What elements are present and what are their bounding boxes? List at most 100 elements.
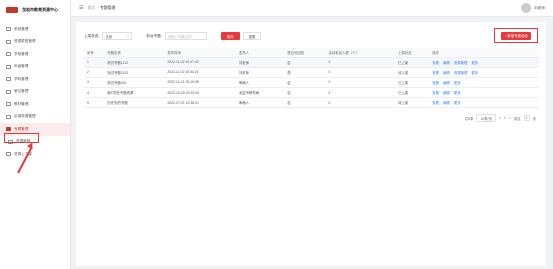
cell-no: 3 [84,77,105,89]
table-body: 1 测试专题1112 2022-11-02 10:47:32 刘老师否 0 已上架 查看 编辑… [84,57,539,109]
menu-item-icon [6,27,11,32]
page-number-current[interactable]: 1 [504,116,506,120]
goto-label: 前往 [513,116,521,121]
sidebar-item-label: 区域资源管理 [14,114,36,119]
column-header: 活动参加人数（个） [325,48,395,58]
cell-name: 测试专题1112 [104,57,165,68]
cell-actions: 查看 编辑 更多 [429,77,539,89]
page-size-select[interactable]: 10条/页 [476,114,496,122]
row-action-link[interactable]: 查看 [432,61,439,65]
cell-status: 已上架 [394,77,430,89]
sidebar-item[interactable]: 系统管理 [0,23,70,36]
row-action-link[interactable]: 编辑 [443,61,450,65]
sidebar-item[interactable]: 学科管理 [0,73,70,86]
row-action-link[interactable]: 更多 [454,101,461,105]
cell-count: 0 [325,97,395,109]
row-action-link[interactable]: 更多 [471,71,478,75]
avatar[interactable] [521,3,532,13]
reset-button[interactable]: 重置 [242,32,262,40]
table-row[interactable]: 4 新E学校专题资源 2022-10-20 15:29:00 龙岩市教育局否 0 已上架查… [84,87,539,99]
cell-actions: 查看 编辑 资源管理 更多 [429,67,539,78]
column-header: 序号 [84,48,105,58]
pager-total: 共5条 [464,116,474,121]
menu-item-icon [6,89,11,94]
main-panel: 上架状态: 全部 ⌄ 前台专题: 请输入专题名称 查询 重置 + 新增专题活动 … [76,22,546,266]
row-action-link[interactable]: 查看 [432,71,439,75]
sidebar-item-label: 学段管理 [14,51,29,56]
cell-recycle: 否 [284,77,326,89]
menu-toggle-icon[interactable]: ☰ [79,5,83,11]
cell-actions: 查看 编辑 更多 [429,87,539,99]
cell-time: 2022-07-21 13:36:01 [164,97,236,109]
page-unit-label: 页 [532,116,536,121]
sidebar-item-label: 年级管理 [14,64,29,69]
sidebar-item[interactable]: 单位管理 [0,86,70,99]
row-action-link[interactable]: 查看 [432,101,439,105]
cell-recycle: 否 [284,87,326,99]
row-action-link[interactable]: 编辑 [443,71,450,75]
next-page-icon[interactable]: > [509,116,511,120]
row-action-link[interactable]: 查看 [432,81,439,85]
highlight-box [4,133,39,143]
row-action-link[interactable]: 更多 [454,81,461,85]
sidebar-item[interactable]: 学段管理 [0,48,70,61]
table-row[interactable]: 2 测试专题1102 2022-11-02 10:03:21 刘老师是 0 待上架 查看 编辑… [84,67,539,78]
table-row[interactable]: 3 测试专题001 2022-11-01 15:10:08 审稿人否 0 已上架 查看 编辑更… [84,77,539,89]
menu-item-icon [6,64,11,69]
cell-name: 测试专题001 [104,77,165,89]
row-action-link[interactable]: 编辑 [443,91,450,95]
sidebar-item-label: 教材管理 [14,101,29,106]
cell-recycle: 否 [284,97,326,109]
sidebar-item-label: 单位管理 [14,89,29,94]
row-action-link[interactable]: 资源管理 [454,71,468,75]
sidebar-item[interactable]: 资源类型管理 [0,36,70,49]
row-action-link[interactable]: 更多 [471,61,478,65]
table-row[interactable]: 5 历史内的专题 2022-07-21 13:36:01 审稿人否 0 待上架 查看 编辑 更多 [84,97,539,109]
sidebar-item-label: 系统管理 [14,26,29,31]
row-action-link[interactable]: 更多 [454,91,461,95]
row-action-link[interactable]: 编辑 [443,81,450,85]
cell-time: 2022-11-02 10:03:21 [164,67,236,78]
search-button[interactable]: 查询 [220,32,240,40]
cell-name: 新E学校专题资源 [104,87,165,99]
table-row[interactable]: 1 测试专题1112 2022-11-02 10:47:32 刘老师否 0 已上架 查看 编辑… [84,57,539,68]
user-menu[interactable]: 刘老师 [521,3,545,13]
chevron-down-icon: ⌄ [126,34,130,38]
cell-recycle: 是 [284,67,326,78]
sidebar-item[interactable]: 教材管理 [0,98,70,111]
menu-item-icon [6,127,11,132]
status-select-value: 全部 [105,34,113,39]
topic-search-input[interactable]: 请输入专题名称 [164,32,207,40]
column-header: 是否可回收 [284,48,326,58]
status-select[interactable]: 全部 ⌄ [102,32,133,40]
goto-page-input[interactable]: 1 [523,115,530,121]
breadcrumb-home[interactable]: 首页 [87,6,95,11]
topbar: ☰ 首页 / 专题管理 刘老师 [71,0,553,17]
cell-count: 0 [325,67,395,78]
sidebar-item-label: 资源类型管理 [14,39,36,44]
column-header: 发布人 [235,48,285,58]
cell-time: 2022-11-01 15:10:08 [164,77,236,89]
prev-page-icon[interactable]: < [499,116,501,120]
cell-no: 5 [84,97,105,109]
user-name[interactable]: 刘老师 [534,6,545,11]
cell-user: 审稿人 [235,97,285,109]
menu-item-icon [6,52,11,57]
new-topic-button[interactable]: + 新增专题活动 [501,31,531,40]
row-action-link[interactable]: 查看 [432,91,439,95]
sidebar-item[interactable]: 区域资源管理 [0,111,70,124]
cell-status: 待上架 [394,97,430,109]
sidebar-item-label: 学科管理 [14,76,29,81]
row-action-link[interactable]: 编辑 [443,101,450,105]
sidebar-item[interactable]: 资源上下架 [0,148,70,161]
table-header-row: 序号 专题名称 发布时间 发布人 是否可回收 活动参加人数（个） 上架状态 操作 [84,48,539,58]
logo-text: 龙岩市教育资源中心 [22,7,58,12]
sidebar-item[interactable]: 年级管理 [0,61,70,74]
cell-actions: 查看 编辑 资源管理 更多 [429,57,539,68]
row-action-link[interactable]: 资源管理 [454,61,468,65]
cell-count: 0 [325,77,395,89]
column-header: 发布时间 [164,48,236,58]
cell-status: 已上架 [394,57,430,68]
pagination: 共5条 10条/页 < 1 > 前往 1 页 [465,114,536,122]
menu-item-icon [6,152,11,157]
